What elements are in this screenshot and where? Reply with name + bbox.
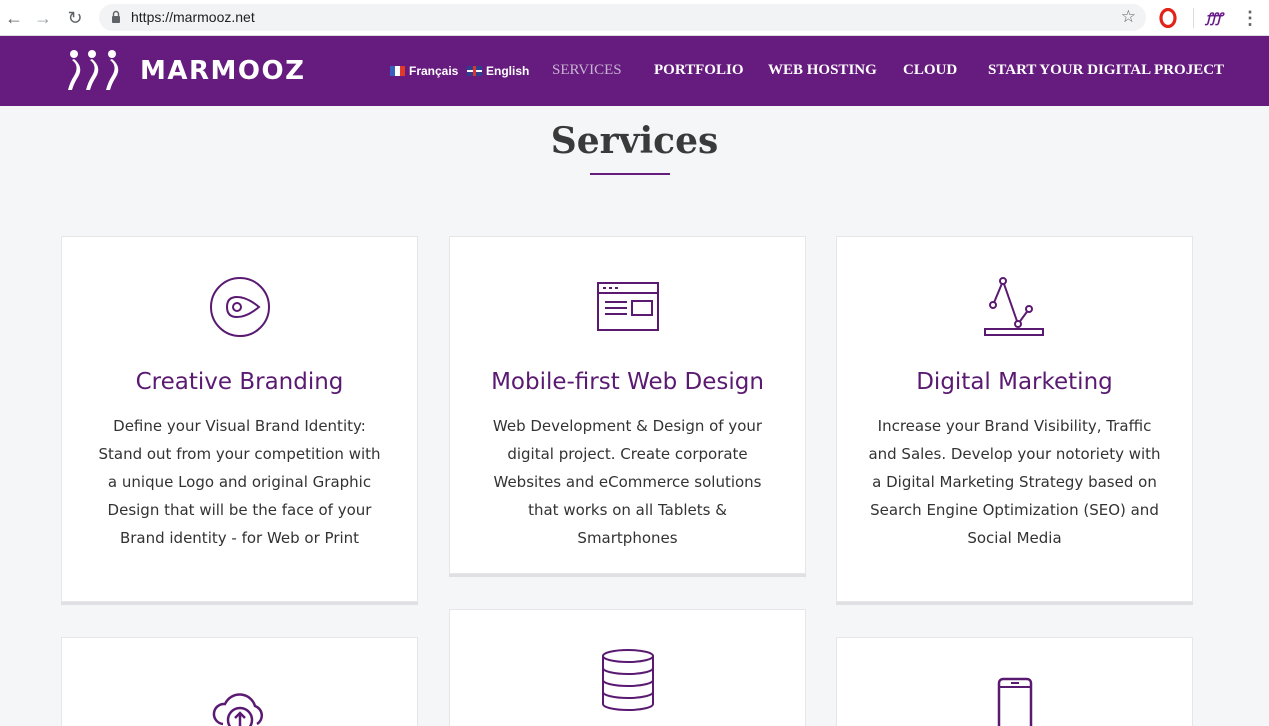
vertical-dots-icon[interactable]: ⋮ — [1241, 6, 1259, 30]
title-underline — [590, 173, 670, 175]
nav-services[interactable]: SERVICES — [552, 62, 622, 79]
browser-window-icon — [596, 282, 659, 331]
nav-portfolio[interactable]: PORTFOLIO — [654, 62, 743, 79]
star-icon[interactable]: ☆ — [1121, 7, 1136, 27]
card-title: Digital Marketing — [916, 369, 1113, 395]
flag-fr-icon — [390, 66, 405, 76]
arrow-right-icon[interactable]: → — [31, 6, 55, 30]
reload-icon[interactable]: ↻ — [63, 6, 87, 30]
lock-icon — [112, 10, 120, 23]
eye-pin-icon — [209, 277, 270, 337]
service-card-cloud[interactable] — [61, 637, 418, 726]
service-card-hosting[interactable] — [449, 609, 806, 726]
nav-web-hosting[interactable]: WEB HOSTING — [768, 62, 877, 79]
card-description: Increase your Brand Visibility, Traffic … — [868, 417, 1161, 547]
line-chart-icon — [983, 277, 1044, 336]
card-title: Mobile-first Web Design — [491, 369, 764, 395]
service-card-marketing[interactable]: Digital Marketing Increase your Brand Vi… — [836, 236, 1193, 602]
nav-start-digital-project[interactable]: START YOUR DIGITAL PROJECT — [988, 62, 1224, 79]
arrow-left-icon[interactable]: ← — [2, 6, 26, 30]
database-icon — [601, 649, 654, 711]
address-bar[interactable]: https://marmooz.net ☆ — [99, 4, 1146, 31]
url-text[interactable]: https://marmooz.net — [131, 9, 255, 25]
card-title: Creative Branding — [135, 369, 344, 395]
toolbar-divider — [1193, 8, 1194, 28]
language-label: English — [486, 64, 530, 78]
marmooz-extension-icon[interactable]: ꝭꝭꝭ — [1206, 8, 1222, 26]
site-header: MARMOOZ Français English SERVICES PORTFO… — [0, 36, 1269, 106]
opera-extension-icon[interactable] — [1159, 8, 1177, 28]
flag-uk-icon — [467, 66, 482, 76]
service-card-branding[interactable]: Creative Branding Define your Visual Bra… — [61, 236, 418, 602]
service-card-mobile[interactable] — [836, 637, 1193, 726]
site-logo[interactable]: MARMOOZ — [66, 46, 305, 96]
service-card-web-design[interactable]: Mobile-first Web Design Web Development … — [449, 236, 806, 574]
card-description: Web Development & Design of your digital… — [492, 417, 763, 547]
marmooz-logo-icon — [68, 50, 119, 90]
nav-cloud[interactable]: CLOUD — [903, 62, 957, 79]
browser-toolbar: ← → ↻ https://marmooz.net ☆ ꝭꝭꝭ ⋮ — [0, 0, 1269, 36]
smartphone-icon — [997, 677, 1032, 726]
cloud-upload-icon — [212, 693, 263, 726]
page-title: Services — [550, 120, 719, 162]
language-label: Français — [409, 64, 459, 78]
brand-name: MARMOOZ — [140, 56, 306, 86]
language-english[interactable]: English — [467, 64, 529, 78]
card-description: Define your Visual Brand Identity: Stand… — [98, 417, 381, 547]
language-french[interactable]: Français — [390, 64, 458, 78]
